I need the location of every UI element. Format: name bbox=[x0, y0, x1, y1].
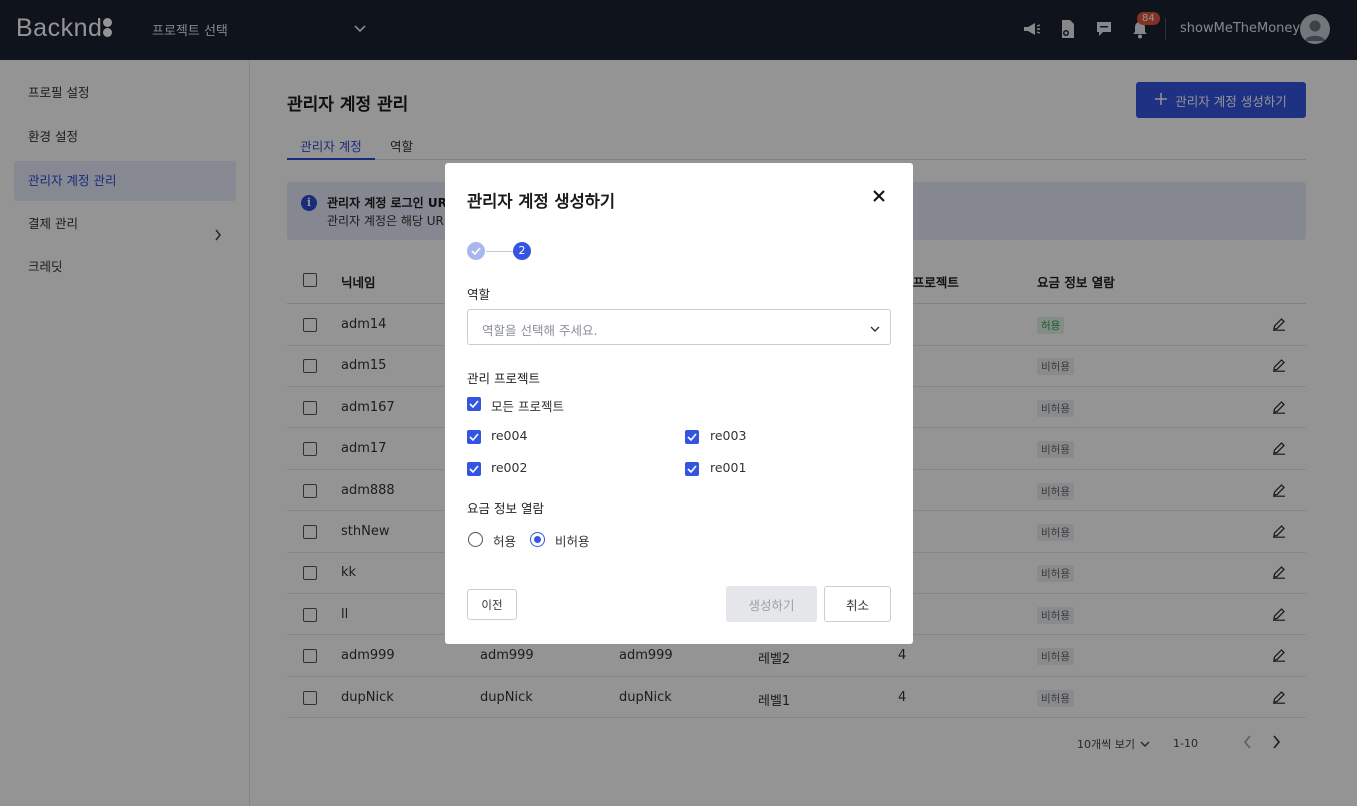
billing-deny-radio[interactable] bbox=[530, 532, 545, 547]
project-label: re003 bbox=[710, 428, 747, 443]
billing-label: 요금 정보 열람 bbox=[467, 501, 544, 516]
billing-allow-label: 허용 bbox=[493, 534, 517, 549]
role-placeholder: 역할을 선택해 주세요. bbox=[482, 323, 598, 338]
project-label: re002 bbox=[491, 460, 528, 475]
create-button: 생성하기 bbox=[726, 586, 817, 622]
role-label: 역할 bbox=[467, 287, 491, 302]
project-label: re001 bbox=[710, 460, 747, 475]
project-checkbox-re001[interactable] bbox=[685, 462, 699, 476]
project-label: re004 bbox=[491, 428, 528, 443]
all-projects-checkbox[interactable] bbox=[467, 397, 481, 411]
create-admin-modal: 관리자 계정 생성하기 2 역할 역할을 선택해 주세요. 관리 프로젝트 모든… bbox=[445, 163, 913, 644]
project-checkbox-re003[interactable] bbox=[685, 430, 699, 444]
project-checkbox-re002[interactable] bbox=[467, 462, 481, 476]
step-complete-check-icon bbox=[467, 242, 485, 260]
billing-allow-radio[interactable] bbox=[468, 532, 483, 547]
close-icon[interactable] bbox=[872, 189, 886, 203]
project-checkbox-re004[interactable] bbox=[467, 430, 481, 444]
step-connector bbox=[486, 251, 513, 252]
step-current: 2 bbox=[513, 242, 531, 260]
modal-title: 관리자 계정 생성하기 bbox=[467, 192, 616, 211]
role-select[interactable]: 역할을 선택해 주세요. bbox=[467, 309, 891, 345]
projects-label: 관리 프로젝트 bbox=[467, 371, 540, 386]
billing-deny-label: 비허용 bbox=[555, 534, 590, 549]
prev-button[interactable]: 이전 bbox=[467, 589, 517, 620]
all-projects-label: 모든 프로젝트 bbox=[491, 399, 564, 414]
cancel-button[interactable]: 취소 bbox=[824, 586, 891, 622]
chevron-down-icon bbox=[870, 322, 880, 337]
